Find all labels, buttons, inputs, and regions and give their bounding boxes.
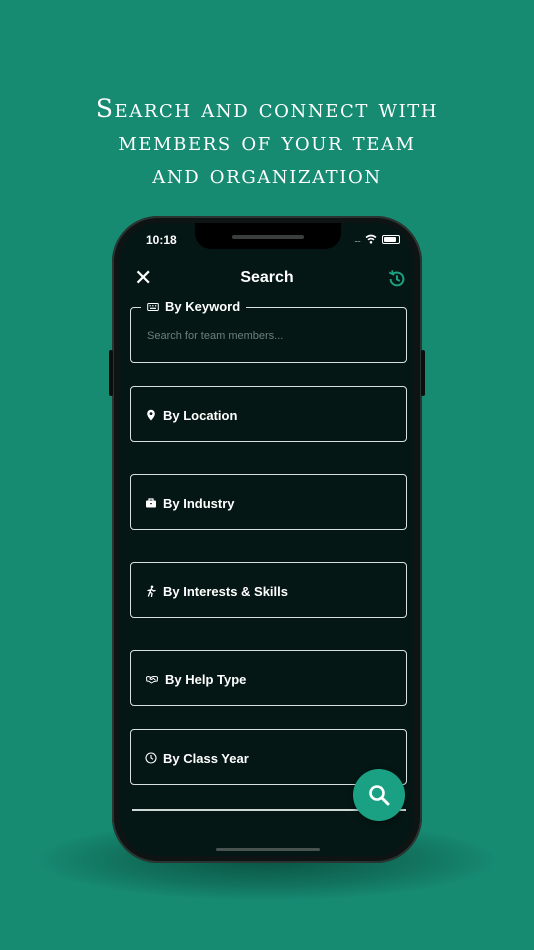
page-title: Search — [240, 269, 294, 286]
map-pin-icon — [147, 409, 155, 421]
filter-industry[interactable]: By Industry — [130, 474, 407, 530]
search-icon — [369, 785, 390, 806]
filter-interests-skills[interactable]: By Interests & Skills — [130, 562, 407, 618]
filter-location[interactable]: By Location — [130, 386, 407, 442]
briefcase-icon — [146, 498, 156, 508]
filter-industry-label: By Industry — [163, 495, 235, 511]
status-time: 10:18 — [146, 233, 177, 247]
battery-icon — [382, 234, 400, 244]
keyword-label-text: By Keyword — [165, 299, 241, 314]
clock-icon — [145, 752, 157, 764]
search-input-placeholder[interactable]: Search for team members... — [147, 330, 283, 342]
wifi-icon — [365, 234, 377, 244]
home-indicator[interactable] — [216, 848, 320, 851]
filter-help-type[interactable]: By Help Type — [130, 650, 407, 706]
search-button[interactable] — [353, 769, 405, 821]
status-icons: .... — [354, 234, 400, 244]
keyword-field[interactable]: By Keyword Search for team members... — [130, 299, 407, 363]
running-person-icon — [147, 585, 156, 597]
filter-location-label: By Location — [163, 407, 238, 423]
history-icon[interactable] — [386, 268, 408, 290]
handshake-icon — [146, 676, 158, 684]
keyboard-icon — [147, 302, 159, 311]
phone-screen: 10:18 .... ✕ Search By Keyword Search fo… — [120, 223, 414, 856]
signal-dots: .... — [353, 234, 361, 244]
headline-line-1: Search and connect with — [95, 94, 439, 123]
filter-interests-label: By Interests & Skills — [163, 583, 288, 599]
headline-line-2: members of your team — [118, 127, 416, 156]
power-button — [421, 350, 425, 396]
keyword-label: By Keyword — [141, 299, 247, 314]
filter-class-year-label: By Class Year — [163, 750, 249, 766]
headline: Search and connect with members of your … — [0, 92, 534, 191]
speaker — [232, 235, 304, 239]
headline-line-3: and organization — [152, 160, 382, 189]
volume-button — [109, 350, 113, 396]
filter-help-type-label: By Help Type — [165, 671, 247, 687]
